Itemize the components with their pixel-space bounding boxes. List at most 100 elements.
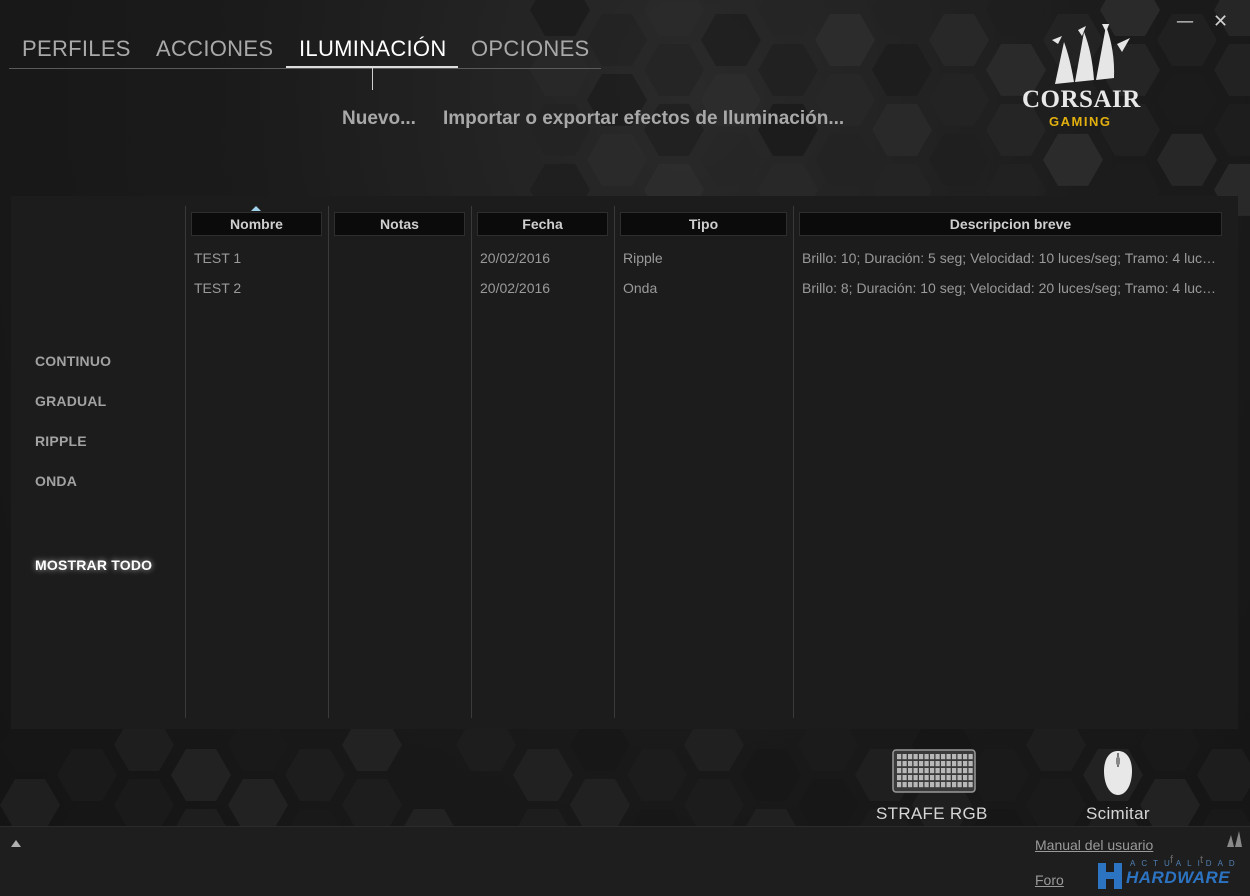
column-header-nombre[interactable]: Nombre xyxy=(191,212,322,236)
table-row[interactable]: TEST 2 20/02/2016 Onda Brillo: 8; Duraci… xyxy=(187,274,1231,302)
keyboard-key xyxy=(963,754,968,760)
forum-link[interactable]: Foro xyxy=(1035,872,1064,888)
hexagon-tile xyxy=(1197,749,1250,801)
import-export-button[interactable]: Importar o exportar efectos de Iluminaci… xyxy=(443,108,844,130)
keyboard-key xyxy=(941,754,946,760)
tab-perfiles[interactable]: PERFILES xyxy=(22,36,131,62)
keyboard-key xyxy=(902,775,907,781)
collapse-arrow-icon[interactable] xyxy=(11,840,21,847)
hexagon-tile xyxy=(758,44,818,96)
column-header-descripcion[interactable]: Descripcion breve xyxy=(799,212,1222,236)
keyboard-key xyxy=(935,761,940,767)
minimize-button[interactable]: — xyxy=(1176,10,1194,34)
filter-ripple[interactable]: RIPPLE xyxy=(35,433,87,449)
keyboard-icon xyxy=(892,749,976,793)
hexagon-tile xyxy=(1214,44,1250,96)
device-strafe-rgb[interactable]: STRAFE RGB xyxy=(870,745,998,825)
hexagon-tile xyxy=(815,14,875,66)
hexagon-tile xyxy=(513,749,573,801)
active-tab-indicator xyxy=(372,68,373,90)
column-header-fecha[interactable]: Fecha xyxy=(477,212,608,236)
hexagon-tile xyxy=(1157,133,1217,186)
keyboard-key xyxy=(897,768,902,774)
device-scimitar[interactable]: Scimitar xyxy=(1078,745,1158,825)
keyboard-key xyxy=(897,775,902,781)
keyboard-key xyxy=(919,754,924,760)
hexagon-tile xyxy=(57,749,117,801)
table-row[interactable]: TEST 1 20/02/2016 Ripple Brillo: 10; Dur… xyxy=(187,244,1231,272)
hexagon-tile xyxy=(399,749,459,801)
hexagon-tile xyxy=(228,779,288,831)
app-window: — ✕ PERFILES ACCIONES ILUMINACIÓN OPCION… xyxy=(0,0,1250,896)
user-manual-link[interactable]: Manual del usuario xyxy=(1035,837,1153,853)
hexagon-tile xyxy=(171,749,231,801)
keyboard-key xyxy=(919,775,924,781)
keyboard-key xyxy=(902,782,907,788)
keyboard-key xyxy=(968,782,973,788)
hexagon-tile xyxy=(872,103,932,156)
hexagon-tile xyxy=(456,779,516,831)
keyboard-key xyxy=(930,775,935,781)
hexagon-tile xyxy=(342,779,402,831)
keyboard-key xyxy=(968,768,973,774)
keyboard-key xyxy=(963,782,968,788)
keyboard-key xyxy=(919,768,924,774)
keyboard-key xyxy=(963,761,968,767)
hexagon-tile xyxy=(798,779,858,831)
footer-bar: Manual del usuario Foro f t ACTUALIDAD H… xyxy=(0,826,1250,896)
keyboard-key xyxy=(946,782,951,788)
column-divider xyxy=(185,206,186,718)
filter-onda[interactable]: ONDA xyxy=(35,473,77,489)
tab-iluminacion[interactable]: ILUMINACIÓN xyxy=(299,36,447,62)
keyboard-key xyxy=(924,775,929,781)
keyboard-key xyxy=(957,782,962,788)
effect-type-filters: CONTINUO GRADUAL RIPPLE ONDA MOSTRAR TOD… xyxy=(11,196,185,729)
hexagon-tile xyxy=(929,14,989,66)
logo-subtitle: GAMING xyxy=(1049,114,1112,129)
cell-descripcion: Brillo: 10; Duración: 5 seg; Velocidad: … xyxy=(802,250,1218,266)
hexagon-tile xyxy=(1157,74,1217,126)
keyboard-key xyxy=(930,782,935,788)
effects-panel: CONTINUO GRADUAL RIPPLE ONDA MOSTRAR TOD… xyxy=(11,196,1238,729)
corsair-sails-icon xyxy=(1052,24,1130,84)
keyboard-key xyxy=(913,775,918,781)
hexagon-tile xyxy=(1214,103,1250,156)
keyboard-key xyxy=(952,775,957,781)
keyboard-key xyxy=(930,761,935,767)
keyboard-key xyxy=(946,754,951,760)
keyboard-key xyxy=(897,782,902,788)
keyboard-key xyxy=(924,768,929,774)
keyboard-key xyxy=(930,768,935,774)
watermark-main-text: HARDWARE xyxy=(1126,868,1231,887)
tab-opciones[interactable]: OPCIONES xyxy=(471,36,590,62)
keyboard-key xyxy=(935,754,940,760)
filter-gradual[interactable]: GRADUAL xyxy=(35,393,106,409)
cell-tipo: Onda xyxy=(623,280,658,296)
device-label: STRAFE RGB xyxy=(876,804,988,823)
hexagon-tile xyxy=(570,779,630,831)
hexagon-tile xyxy=(872,44,932,96)
device-label: Scimitar xyxy=(1086,804,1150,823)
hexagon-tile xyxy=(701,14,761,66)
hexagon-tile xyxy=(929,133,989,186)
corsair-logo: CORSAIR GAMING xyxy=(1018,24,1158,134)
keyboard-key xyxy=(913,768,918,774)
mouse-icon xyxy=(1104,751,1132,795)
keyboard-key xyxy=(968,775,973,781)
sort-ascending-icon xyxy=(251,206,261,211)
filter-continuo[interactable]: CONTINUO xyxy=(35,353,111,369)
hexagon-tile xyxy=(530,0,590,36)
new-effect-button[interactable]: Nuevo... xyxy=(342,108,416,130)
hexagon-tile xyxy=(114,779,174,831)
hexagon-tile xyxy=(285,749,345,801)
watermark-top-text: ACTUALIDAD xyxy=(1130,859,1241,868)
filter-show-all[interactable]: MOSTRAR TODO xyxy=(35,557,152,573)
keyboard-key xyxy=(935,782,940,788)
tab-acciones[interactable]: ACCIONES xyxy=(156,36,273,62)
column-header-tipo[interactable]: Tipo xyxy=(620,212,787,236)
column-header-notas[interactable]: Notas xyxy=(334,212,465,236)
keyboard-key xyxy=(897,761,902,767)
close-button[interactable]: ✕ xyxy=(1213,10,1228,34)
hexagon-tile xyxy=(758,0,818,36)
keyboard-key xyxy=(963,768,968,774)
